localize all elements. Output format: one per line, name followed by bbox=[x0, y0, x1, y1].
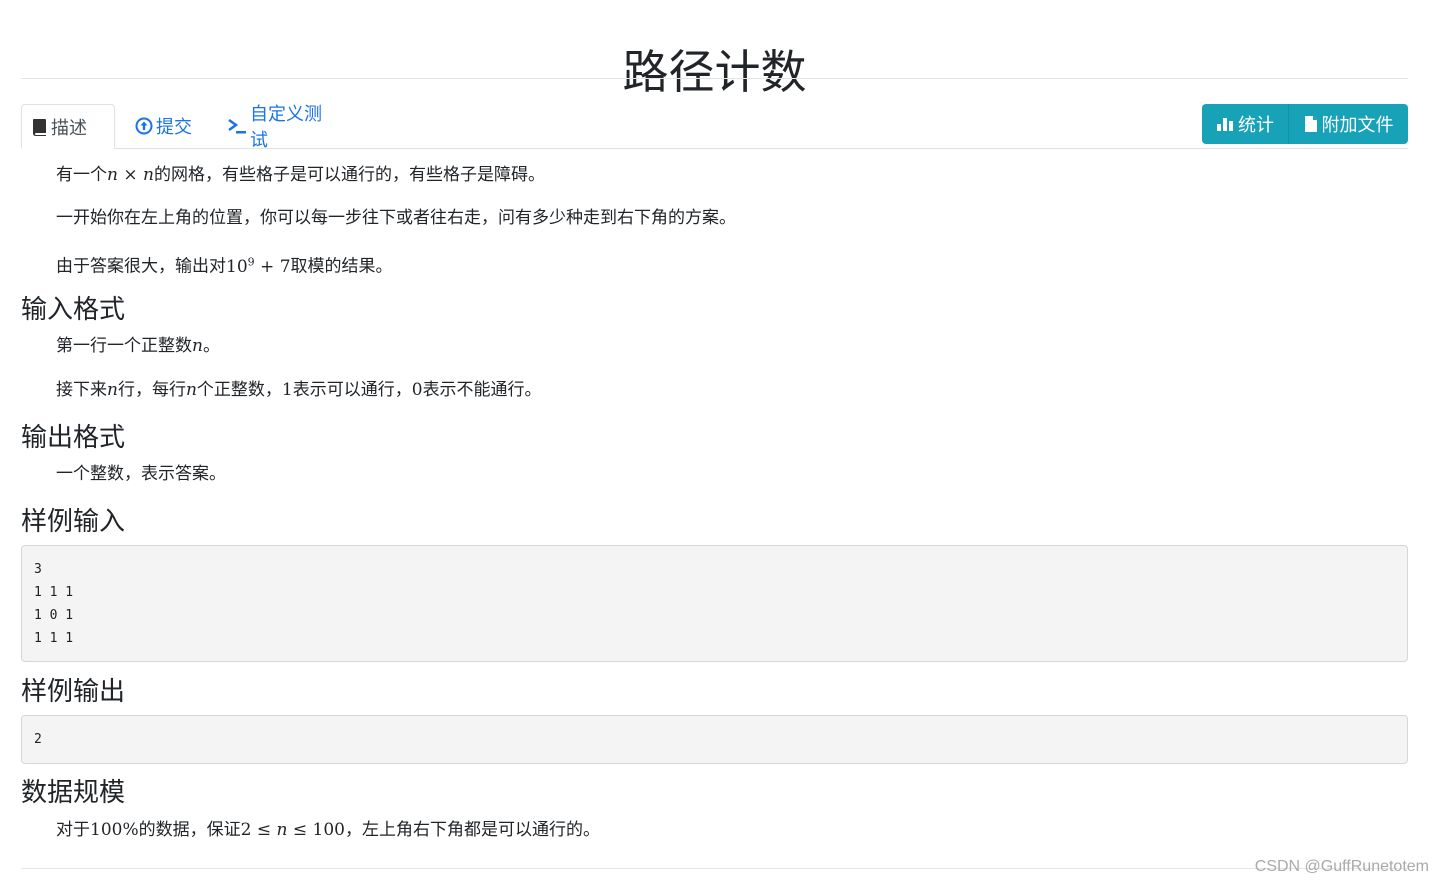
bar-chart-icon bbox=[1216, 116, 1234, 132]
tab-description[interactable]: 描述 bbox=[21, 104, 115, 149]
upload-circle-icon bbox=[135, 117, 153, 135]
input-format-paragraph-2: 接下来n行，每行n个正整数，1表示可以通行，0表示不能通行。 bbox=[56, 380, 542, 400]
sample-output-heading: 样例输出 bbox=[21, 677, 126, 707]
data-scale-heading: 数据规模 bbox=[21, 778, 126, 808]
file-icon bbox=[1304, 115, 1318, 133]
sample-input-heading: 样例输入 bbox=[21, 507, 126, 537]
watermark: CSDN @GuffRunetotem bbox=[1254, 858, 1429, 875]
description-paragraph-3: 由于答案很大，输出对109 + 7取模的结果。 bbox=[56, 255, 393, 277]
input-format-paragraph-1: 第一行一个正整数n。 bbox=[56, 336, 220, 356]
sample-output-code[interactable]: 2 bbox=[21, 715, 1408, 764]
title-divider bbox=[21, 78, 1408, 79]
statistics-button[interactable]: 统计 bbox=[1202, 104, 1288, 144]
tab-description-label: 描述 bbox=[51, 117, 87, 139]
description-paragraph-2: 一开始你在左上角的位置，你可以每一步往下或者往右走，问有多少种走到右下角的方案。 bbox=[56, 208, 736, 228]
statistics-button-label: 统计 bbox=[1238, 115, 1274, 136]
sample-input-code[interactable]: 3 1 1 1 1 0 1 1 1 1 bbox=[21, 545, 1408, 662]
description-paragraph-1: 有一个n × n的网格，有些格子是可以通行的，有些格子是障碍。 bbox=[56, 165, 545, 185]
attachments-button[interactable]: 附加文件 bbox=[1288, 104, 1408, 144]
tab-custom-test-label: 自定义测试 bbox=[250, 104, 322, 151]
data-scale-paragraph: 对于100%的数据，保证2 ≤ n ≤ 100，左上角右下角都是可以通行的。 bbox=[56, 820, 600, 840]
page-title: 路径计数 bbox=[622, 44, 807, 99]
output-format-heading: 输出格式 bbox=[21, 423, 126, 453]
output-format-paragraph: 一个整数，表示答案。 bbox=[56, 464, 226, 484]
tab-submit[interactable]: 提交 bbox=[125, 104, 207, 148]
attachments-button-label: 附加文件 bbox=[1321, 115, 1394, 136]
terminal-icon bbox=[227, 117, 247, 135]
footer-divider bbox=[21, 868, 1408, 869]
book-icon bbox=[32, 118, 48, 136]
problem-tabs: 描述 提交 自定义测试 bbox=[21, 104, 1408, 151]
tab-custom-test[interactable]: 自定义测试 bbox=[217, 104, 347, 151]
tab-submit-label: 提交 bbox=[156, 117, 192, 138]
input-format-heading: 输入格式 bbox=[21, 295, 126, 325]
